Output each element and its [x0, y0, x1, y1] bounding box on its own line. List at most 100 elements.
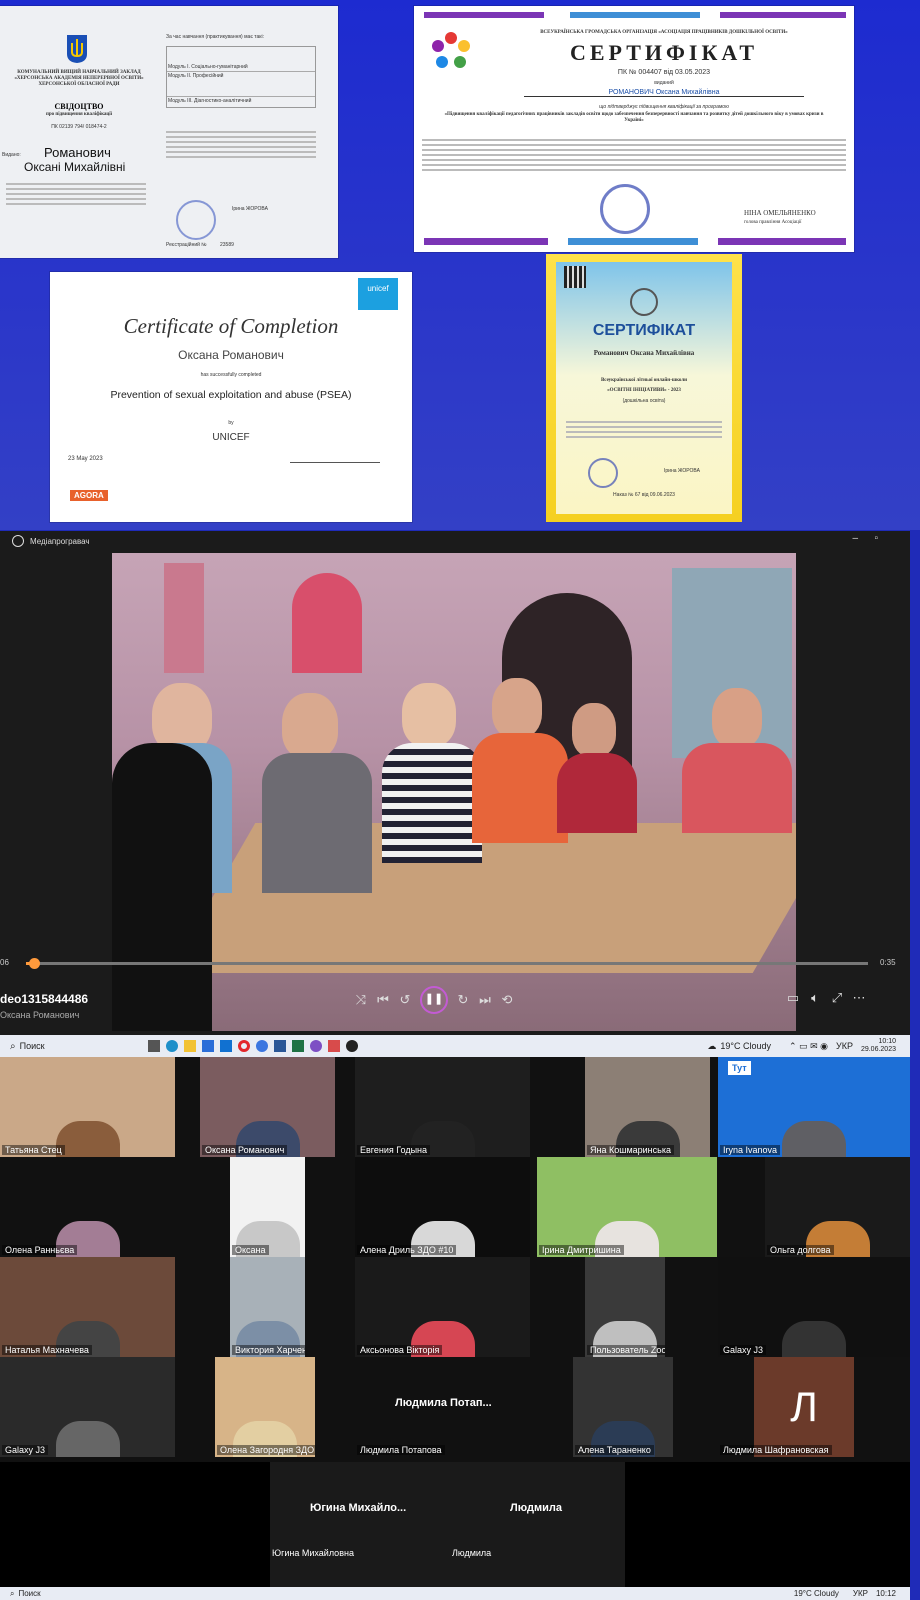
participant-tile[interactable]: Яна Кошмаринська — [585, 1057, 710, 1157]
minimize-button[interactable]: – — [852, 533, 858, 544]
mail-icon[interactable] — [219, 1040, 232, 1052]
store-icon[interactable] — [201, 1040, 214, 1052]
participant-name: Galaxy J3 — [2, 1445, 49, 1455]
participant-name: Яна Кошмаринська — [587, 1145, 674, 1155]
participant-tile[interactable]: Л Людмила Шафрановская — [718, 1357, 910, 1457]
module-row: Модуль I. Соціально-гуманітарний — [167, 63, 315, 72]
weather-icon: ☁ — [707, 1040, 717, 1051]
reg-number: 23589 — [220, 242, 234, 248]
participant-face — [610, 1179, 644, 1223]
task-view-icon[interactable] — [147, 1040, 160, 1052]
taskbar-search-box[interactable]: Поиск — [20, 1041, 130, 1051]
viber-icon[interactable] — [309, 1040, 322, 1052]
participant-name: Iryna Ivanova — [720, 1145, 781, 1155]
language-indicator[interactable]: УКР — [853, 1589, 868, 1598]
volume-icon[interactable]: 🔈︎ — [804, 990, 826, 1006]
reg-label: Реєстраційний № — [166, 242, 207, 248]
maximize-button[interactable]: ▫ — [874, 533, 878, 544]
participant-face — [426, 1279, 460, 1323]
participant-name: Олена Загородня ЗДО№10 м.Херсон — [217, 1445, 315, 1455]
participant-tile[interactable]: Олена Ранньєва — [0, 1157, 175, 1257]
participant-tile[interactable]: Оксана Романович — [200, 1057, 335, 1157]
module-row: Модуль III. Діагностико-аналітичний — [168, 98, 252, 104]
weather-text[interactable]: 19°C Cloudy — [794, 1589, 839, 1598]
association-number: ПК № 004407 від 03.05.2023 — [617, 69, 711, 76]
svidotstvo-title: СВІДОЦТВО — [54, 102, 104, 111]
participant-tile[interactable]: Galaxy J3 — [718, 1257, 910, 1357]
miniplayer-icon[interactable]: ▭ — [782, 990, 804, 1006]
association-signer: НІНА ОМЕЛЬЯНЕНКО — [744, 209, 816, 217]
previous-icon[interactable]: ⏮ — [372, 992, 394, 1008]
repeat-icon[interactable]: ⟲ — [496, 992, 518, 1008]
language-indicator[interactable]: УКР — [836, 1041, 853, 1051]
video-frame[interactable] — [112, 553, 796, 1031]
weather-text[interactable]: 19°C Cloudy — [720, 1041, 771, 1051]
excel-icon[interactable] — [291, 1040, 304, 1052]
search-icon[interactable]: ⌕ — [10, 1589, 14, 1599]
participant-name: Виктория Харченко — [232, 1345, 305, 1355]
participant-silhouette — [282, 693, 338, 759]
iryna-badge: Тут — [728, 1061, 751, 1075]
participant-body — [55, 1121, 120, 1157]
unicef-by: by — [228, 420, 234, 426]
player-controls: ⤨ ⏮ ↺ ❚❚ ↻ ⏭ ⟲ — [350, 986, 518, 1014]
participant-tile[interactable]: Пользователь Zoom Оксана ЗДО 10 — [585, 1257, 665, 1357]
participant-name: Оксана Романович — [202, 1145, 288, 1155]
fullscreen-icon[interactable]: ⤢ — [826, 990, 848, 1006]
next-icon[interactable]: ⏭ — [474, 992, 496, 1008]
participant-name: Татьяна Стец — [2, 1145, 65, 1155]
qr-code-icon — [564, 266, 586, 288]
participant-tile[interactable]: Оксана — [230, 1157, 305, 1257]
participant-tile[interactable]: Ірина Дмитришина — [537, 1157, 717, 1257]
clock[interactable]: 10:10 29.06.2023 — [861, 1038, 896, 1054]
participant-tile[interactable]: Наталья Махначева — [0, 1257, 175, 1357]
chrome-icon[interactable] — [255, 1040, 268, 1052]
participant-tile[interactable]: Тут Iryna Ivanova — [718, 1057, 910, 1157]
participant-name: Ольга долгова — [767, 1245, 834, 1255]
participant-name: Евгения Годына — [357, 1145, 431, 1155]
participant-name: Людмила — [452, 1548, 492, 1558]
media-player-taskbar-icon[interactable] — [345, 1040, 358, 1052]
unicef-completed: has successfully completed — [200, 372, 262, 378]
rewind-icon[interactable]: ↺ — [394, 992, 416, 1008]
participant-tile[interactable]: Ольга долгова — [765, 1157, 910, 1257]
participant-tile[interactable]: Аксьонова Вікторія — [355, 1257, 530, 1357]
participant-tile[interactable]: Татьяна Стец — [0, 1057, 175, 1157]
file-explorer-icon[interactable] — [183, 1040, 196, 1052]
windows-taskbar: ⌕ Поиск ☁ 19°C Cloudy ⌃ ▭ ✉ ◉ УКР 10:10 … — [0, 1035, 910, 1057]
participant-tile[interactable]: Югина Михайло... Людмила Югина Михайловн… — [270, 1462, 625, 1587]
shuffle-icon[interactable]: ⤨ — [350, 992, 372, 1008]
more-options-icon[interactable]: ⋯ — [848, 990, 870, 1006]
participant-tile[interactable]: Galaxy J3 — [0, 1357, 175, 1457]
search-icon[interactable]: ⌕ — [10, 1041, 16, 1052]
participant-body — [782, 1321, 846, 1357]
media-player-title: Медіапрогравач — [30, 536, 90, 546]
participant-face — [606, 1379, 640, 1423]
seek-bar[interactable] — [26, 958, 868, 969]
participant-silhouette — [402, 683, 456, 747]
participant-tile[interactable]: Олена Загородня ЗДО№10 м.Херсон — [215, 1357, 315, 1457]
participant-tile[interactable]: Евгения Годына — [355, 1057, 530, 1157]
word-icon[interactable] — [273, 1040, 286, 1052]
taskbar-search-box[interactable]: Поиск — [18, 1589, 40, 1598]
tray-icons[interactable]: ⌃ ▭ ✉ ◉ — [789, 1041, 828, 1052]
opera-icon[interactable] — [237, 1040, 250, 1052]
time-total: 0:35 — [880, 958, 896, 967]
participant-tile[interactable]: Людмила Потап... Людмила Потапова — [355, 1357, 530, 1457]
participant-silhouette — [712, 688, 762, 748]
summer-stamp-icon — [588, 458, 618, 488]
edge-icon[interactable] — [165, 1040, 178, 1052]
forward-icon[interactable]: ↻ — [452, 992, 474, 1008]
participant-name: Ірина Дмитришина — [539, 1245, 624, 1255]
clock-time[interactable]: 10:12 — [876, 1589, 896, 1598]
zoom-app-icon[interactable] — [327, 1040, 340, 1052]
pause-button[interactable]: ❚❚ — [420, 986, 448, 1014]
participant-tile[interactable]: Алена Дриль ЗДО #10 — [355, 1157, 530, 1257]
recipient-name: Оксані Михайлівні — [24, 160, 126, 174]
participant-tile[interactable]: Алена Тараненко — [573, 1357, 673, 1457]
participant-face — [821, 1179, 855, 1223]
participant-tile[interactable]: Виктория Харченко — [230, 1257, 305, 1357]
unicef-logo: unicef — [358, 278, 398, 310]
certificate-unicef: unicef Certificate of Completion Оксана … — [50, 272, 412, 522]
svidotstvo-number: ПК 02139 794/ 018474-2 — [51, 124, 107, 130]
